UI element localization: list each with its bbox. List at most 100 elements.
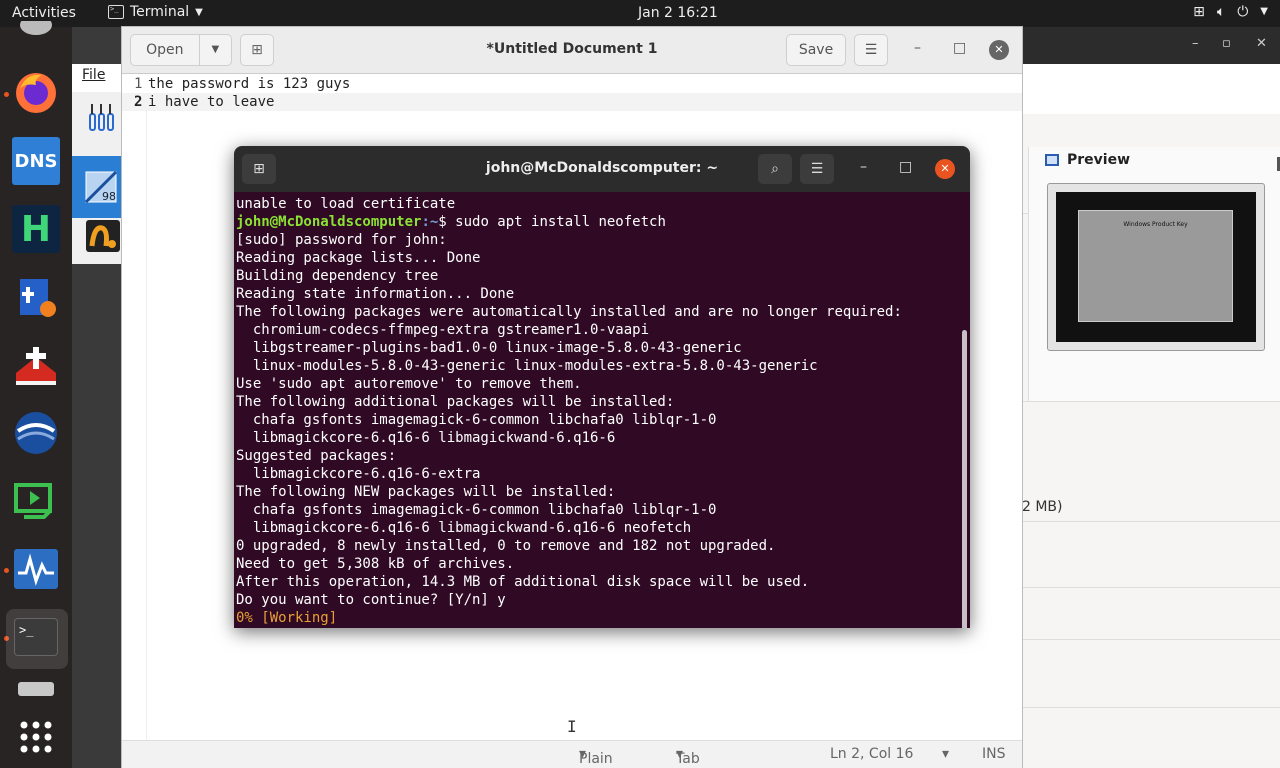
terminal-line: unable to load certificate <box>236 196 456 212</box>
preview-thumbnail: Windows Product Key <box>1047 183 1265 351</box>
close-button[interactable]: ✕ <box>935 159 955 179</box>
terminal-line: Reading state information... Done <box>236 286 515 302</box>
app-menu[interactable]: Terminal ▼ <box>108 4 203 20</box>
dns-app-icon[interactable]: DNS <box>10 135 62 187</box>
terminal-line: Use 'sudo apt autoremove' to remove them… <box>236 376 582 392</box>
drive-icon[interactable] <box>10 679 62 699</box>
terminal-line: Building dependency tree <box>236 268 439 284</box>
bible-app-icon[interactable] <box>10 271 62 323</box>
app-icon[interactable] <box>86 220 120 252</box>
line-number: 1 <box>134 76 143 92</box>
editor-line-current[interactable]: 2 i have to leave <box>122 93 1022 111</box>
terminal-line: Reading package lists... Done <box>236 250 481 266</box>
cursor-position[interactable]: Ln 2, Col 16 <box>830 746 913 762</box>
tab-width-selector[interactable]: Tab Width: 8 ▾ <box>676 746 721 768</box>
prompt-path: :~ <box>421 214 439 230</box>
selected-item[interactable]: 98 <box>72 156 122 218</box>
line-number: 2 <box>134 94 143 110</box>
search-button[interactable]: ⌕ <box>758 154 792 184</box>
volume-icon[interactable]: 🔈︎ <box>1217 4 1225 20</box>
maximize-icon[interactable]: □ <box>899 159 912 175</box>
editor-line[interactable]: 1 the password is 123 guys <box>122 75 1022 93</box>
close-icon[interactable]: ✕ <box>1256 36 1267 51</box>
gedit-headerbar: Open ▼ ⊞ *Untitled Document 1 Save ☰ – □… <box>122 27 1022 74</box>
system-tray[interactable]: ⊞ 🔈︎ ⏻ ▼ <box>1193 4 1268 20</box>
close-button[interactable]: ✕ <box>989 40 1009 60</box>
terminal-line: The following packages were automaticall… <box>236 304 902 320</box>
bg-titlebar: – ▫ ✕ <box>1022 27 1280 64</box>
terminal-line: linux-modules-5.8.0-43-generic linux-mod… <box>236 358 818 374</box>
terminal-line: The following additional packages will b… <box>236 394 675 410</box>
menu-file[interactable]: File <box>82 67 105 83</box>
terminal-icon <box>108 5 124 19</box>
top-partial-icon[interactable] <box>10 21 62 41</box>
size-text: 2 MB) <box>1022 499 1063 515</box>
terminal-line: libmagickcore-6.q16-6-extra <box>236 466 481 482</box>
minimize-icon[interactable]: – <box>860 159 867 175</box>
thunderbird-icon[interactable] <box>10 407 62 459</box>
scrollbar[interactable] <box>962 330 967 628</box>
thumb-dialog: Windows Product Key <box>1078 210 1233 322</box>
hamburger-icon: ☰ <box>810 161 824 177</box>
preview-heading: Preview <box>1045 152 1130 168</box>
maximize-icon[interactable]: □ <box>953 40 966 56</box>
line-text[interactable]: i have to leave <box>148 93 274 111</box>
terminal-line: libgstreamer-plugins-bad1.0-0 linux-imag… <box>236 340 742 356</box>
preview-panel: Preview Windows Product Key <box>1028 147 1280 401</box>
terminal-window: ⊞ john@McDonaldscomputer: ~ ⌕ ☰ – □ ✕ un… <box>234 146 970 628</box>
terminal-line: Suggested packages: <box>236 448 397 464</box>
monitor-icon <box>1045 154 1059 166</box>
power-icon[interactable]: ⏻ <box>1237 4 1248 20</box>
dock: DNS H >_ <box>0 21 72 768</box>
top-bar: Activities Terminal ▼ Jan 2 16:21 ⊞ 🔈︎ ⏻… <box>0 0 1280 27</box>
terminal-command-line: john@McDonaldscomputer:~$ sudo apt insta… <box>234 213 970 231</box>
terminal-headerbar: ⊞ john@McDonaldscomputer: ~ ⌕ ☰ – □ ✕ <box>234 146 970 192</box>
terminal-output[interactable]: unable to load certificate john@McDonald… <box>234 192 970 628</box>
hamburger-icon: ☰ <box>864 42 878 58</box>
show-apps-icon[interactable] <box>10 711 62 763</box>
status-bar: Plain Text ▾ Tab Width: 8 ▾ Ln 2, Col 16… <box>122 740 1022 768</box>
thumb-dialog-title: Windows Product Key <box>1123 221 1188 228</box>
terminal-line: libmagickcore-6.q16-6 libmagickwand-6.q1… <box>236 520 692 536</box>
preview-label: Preview <box>1067 152 1131 168</box>
chevron-down-icon: ▼ <box>195 6 203 18</box>
chevron-down-icon[interactable]: ▼ <box>1260 6 1268 20</box>
clock[interactable]: Jan 2 16:21 <box>638 5 718 21</box>
terminal-line: Need to get 5,308 kB of archives. <box>236 556 515 572</box>
text-cursor-icon: I <box>567 717 577 736</box>
terminal-icon[interactable]: >_ <box>10 611 62 663</box>
terminal-line: libmagickcore-6.q16-6 libmagickwand-6.q1… <box>236 430 616 446</box>
file-app-window: File 98 <box>72 64 122 264</box>
search-icon: ⌕ <box>771 161 779 177</box>
hamburger-menu-button[interactable]: ☰ <box>800 154 834 184</box>
terminal-line: 0 upgraded, 8 newly installed, 0 to remo… <box>236 538 776 554</box>
terminal-line: chafa gsfonts imagemagick-6-common libch… <box>236 502 717 518</box>
minimize-icon[interactable]: – <box>914 40 921 56</box>
language-selector[interactable]: Plain Text ▾ <box>579 746 613 768</box>
firefox-icon[interactable] <box>10 67 62 119</box>
prompt-user: john@McDonaldscomputer <box>236 214 422 230</box>
insert-mode: INS <box>982 746 1006 762</box>
hamburger-menu-button[interactable]: ☰ <box>854 34 888 66</box>
bookmark-app-icon[interactable] <box>10 339 62 391</box>
system-monitor-icon[interactable] <box>10 543 62 595</box>
terminal-line: chafa gsfonts imagemagick-6-common libch… <box>236 412 717 428</box>
save-button[interactable]: Save <box>786 34 846 66</box>
activities-button[interactable]: Activities <box>12 5 76 21</box>
terminal-line: [sudo] password for john: <box>236 232 447 248</box>
line-text[interactable]: the password is 123 guys <box>148 75 350 93</box>
progress-line: 0% [Working] <box>236 610 338 626</box>
terminal-line: After this operation, 14.3 MB of additio… <box>236 574 810 590</box>
background-window: – ▫ ✕ Preview Windows Product Key 2 MB) <box>1022 27 1280 768</box>
hex-editor-icon[interactable]: H <box>10 203 62 255</box>
remote-app-icon[interactable] <box>10 475 62 527</box>
svg-text:98: 98 <box>102 190 116 203</box>
terminal-line: The following NEW packages will be insta… <box>236 484 616 500</box>
maximize-icon[interactable]: ▫ <box>1222 36 1231 51</box>
tools-icon[interactable] <box>88 102 116 131</box>
bg-toolbar <box>1022 64 1280 114</box>
chevron-down-icon[interactable]: ▾ <box>942 746 949 762</box>
network-icon[interactable]: ⊞ <box>1193 4 1205 20</box>
app-menu-label: Terminal <box>130 4 190 20</box>
minimize-icon[interactable]: – <box>1192 36 1199 51</box>
